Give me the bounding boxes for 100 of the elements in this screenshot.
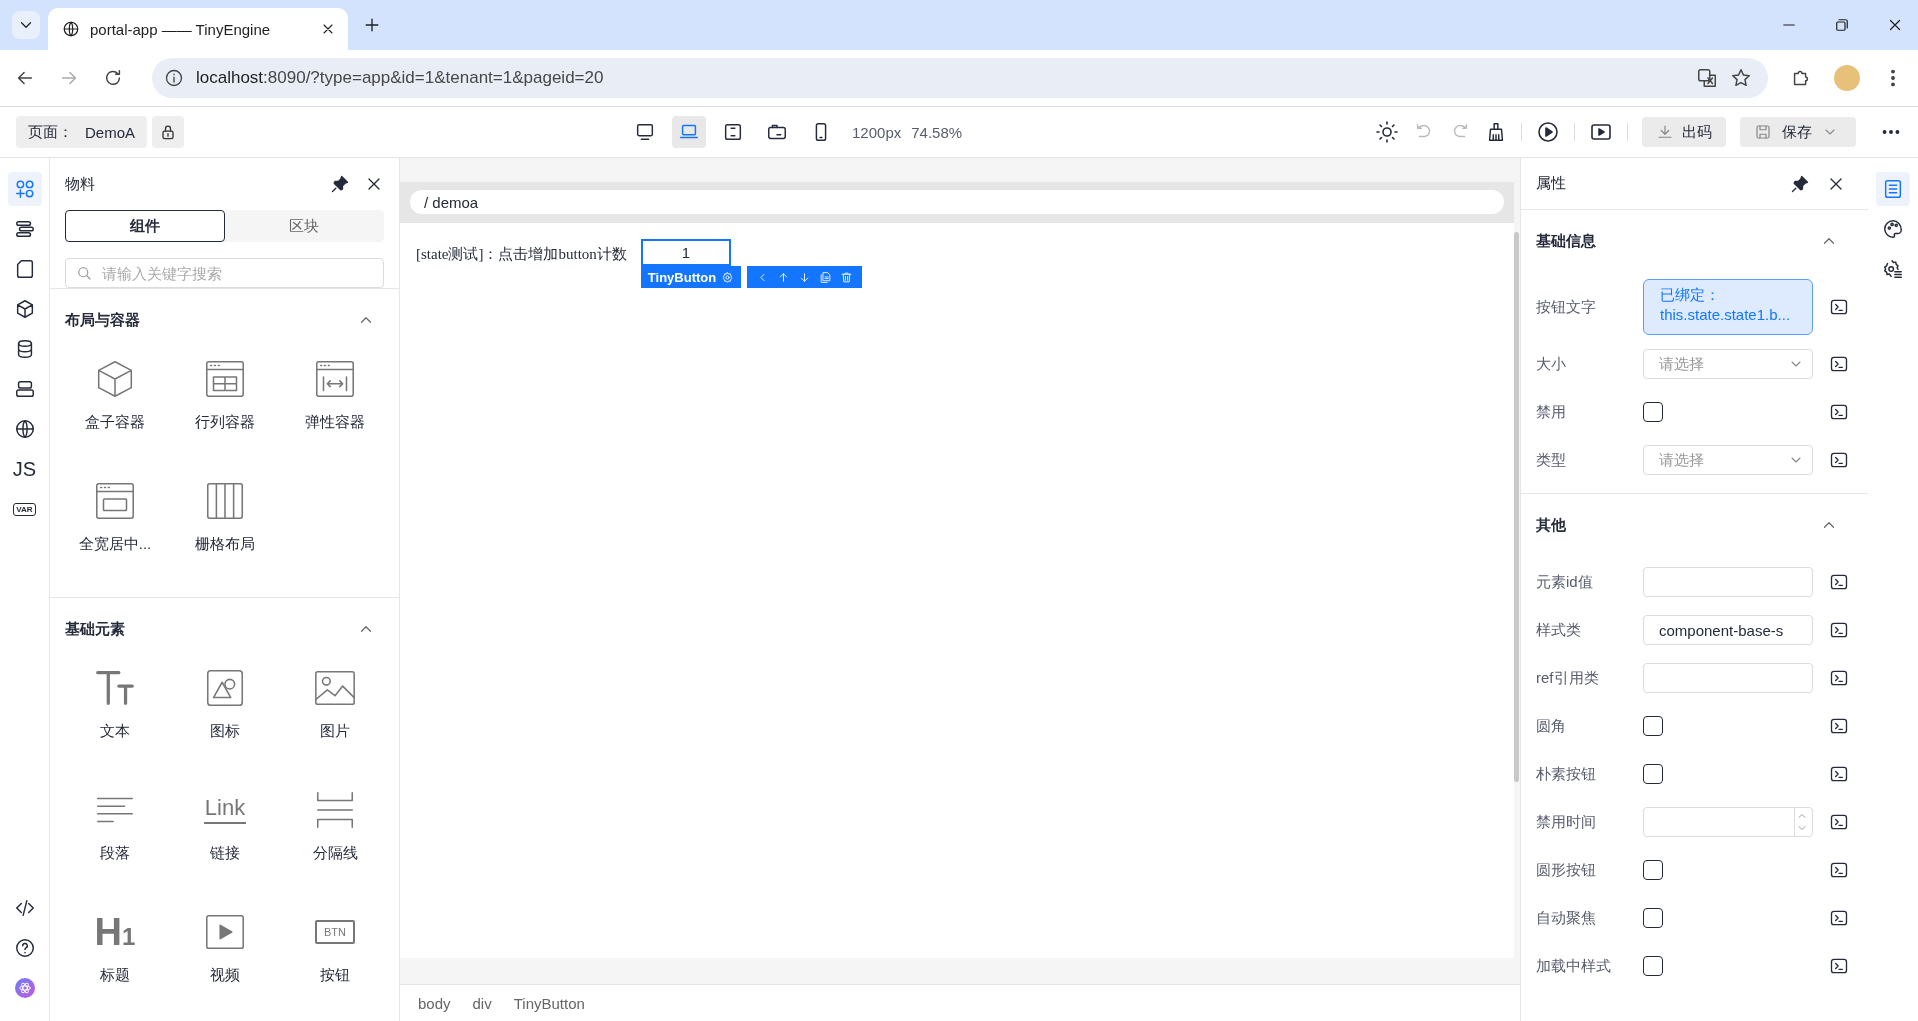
property-label: ref引用类	[1536, 668, 1600, 688]
component-item[interactable]: 行列容器	[170, 351, 280, 463]
terminal-icon[interactable]	[1829, 716, 1849, 736]
group-title: 基础元素	[65, 619, 126, 639]
page-name: DemoA	[85, 123, 136, 141]
terminal-icon[interactable]	[1829, 450, 1849, 470]
component-label: 段落	[100, 844, 130, 863]
component-item[interactable]: 盒子容器	[60, 351, 170, 463]
checkbox[interactable]	[1643, 956, 1663, 976]
browser-tab[interactable]: portal-app —— TinyEngine	[48, 8, 348, 50]
component-item[interactable]: 视频	[170, 904, 280, 1016]
search-field[interactable]: 请输入关键字搜索	[65, 258, 384, 288]
property-label: 禁用	[1536, 402, 1567, 422]
checkbox[interactable]	[1643, 764, 1663, 784]
zoom-level: 74.58%	[911, 123, 963, 141]
terminal-icon[interactable]	[1829, 572, 1849, 592]
assistant-logo-icon[interactable]	[14, 978, 35, 998]
section-title: 其他	[1536, 515, 1567, 535]
input-field[interactable]: component-base-s	[1643, 615, 1813, 645]
property-label: 元素id值	[1536, 572, 1594, 592]
page-selector[interactable]: 页面： DemoA	[16, 116, 148, 148]
property-label: 自动聚焦	[1536, 908, 1597, 928]
component-item[interactable]: 图标	[170, 660, 280, 772]
checkbox[interactable]	[1643, 402, 1663, 422]
bound-value-field[interactable]: 已绑定： this.state.state1.b...	[1643, 279, 1813, 335]
info-icon[interactable]	[164, 68, 184, 88]
panel-tab[interactable]: 组件	[65, 210, 225, 242]
component-label: 分隔线	[312, 844, 358, 863]
component-label: 视频	[210, 966, 240, 985]
star-icon[interactable]	[1730, 67, 1752, 89]
terminal-icon[interactable]	[1829, 812, 1849, 832]
pin-icon[interactable]	[1790, 173, 1810, 194]
component-item[interactable]: Link 链接	[170, 782, 280, 894]
property-label: 圆形按钮	[1536, 860, 1597, 880]
terminal-icon[interactable]	[1829, 668, 1849, 688]
terminal-icon[interactable]	[1829, 956, 1849, 976]
components-tab[interactable]	[7, 172, 42, 206]
property-label: 加载中样式	[1536, 956, 1612, 976]
sun-icon[interactable]	[1375, 120, 1399, 144]
button-icon: BTN	[315, 920, 355, 944]
terminal-icon[interactable]	[1829, 354, 1849, 374]
help-icon[interactable]	[13, 937, 36, 959]
component-item[interactable]: 全宽居中...	[60, 473, 170, 585]
checkbox[interactable]	[1643, 908, 1663, 928]
script-tab[interactable]: JS	[7, 452, 42, 486]
tab-title: portal-app —— TinyEngine	[90, 20, 272, 38]
gear-icon[interactable]	[721, 270, 735, 284]
node-path-item[interactable]: TinyButton	[513, 994, 585, 1012]
canvas-text: [state测试]：点击增加button计数	[416, 245, 627, 264]
property-label: 样式类	[1536, 620, 1582, 640]
terminal-icon[interactable]	[1829, 297, 1849, 317]
panel-tab[interactable]: 区块	[224, 210, 384, 242]
code-icon[interactable]	[13, 897, 36, 919]
property-label: 圆角	[1536, 716, 1567, 736]
checkbox[interactable]	[1643, 860, 1663, 880]
play-circle-icon[interactable]	[1536, 120, 1560, 144]
component-item[interactable]: 文本	[60, 660, 170, 772]
export-code-button[interactable]: 出码	[1642, 117, 1726, 147]
component-item[interactable]: 栅格布局	[170, 473, 280, 585]
component-label: 链接	[210, 844, 240, 863]
component-label: 按钮	[320, 966, 350, 985]
restore-icon[interactable]	[1833, 16, 1851, 34]
address-bar[interactable]: localhost:8090/?type=app&id=1&tenant=1&pageid=20	[152, 58, 1768, 98]
component-item[interactable]: 弹性容器	[280, 351, 390, 463]
search-icon	[75, 264, 93, 282]
globe-icon	[62, 20, 80, 38]
copy-icon[interactable]	[819, 270, 833, 284]
component-label: 盒子容器	[85, 413, 145, 432]
selected-component-tag[interactable]: TinyButton	[640, 266, 742, 288]
input-field[interactable]	[1643, 663, 1813, 693]
download-icon	[1656, 123, 1674, 141]
laptop-view-button[interactable]	[672, 116, 707, 148]
tab-search-button[interactable]	[12, 11, 40, 39]
terminal-icon[interactable]	[1829, 860, 1849, 880]
lock-button[interactable]	[152, 116, 185, 148]
pin-icon[interactable]	[330, 174, 350, 194]
property-label: 类型	[1536, 450, 1567, 470]
checkbox[interactable]	[1643, 716, 1663, 736]
terminal-icon[interactable]	[1829, 620, 1849, 640]
translate-icon[interactable]	[1696, 67, 1718, 89]
breadcrumb-path: / demoa	[424, 193, 479, 211]
counter-button[interactable]: 1	[640, 239, 731, 266]
terminal-icon[interactable]	[1829, 908, 1849, 928]
variables-tab[interactable]: VAR	[7, 492, 42, 526]
terminal-icon[interactable]	[1829, 402, 1849, 422]
panel-title: 物料	[65, 174, 96, 194]
props-tab[interactable]	[1876, 172, 1910, 206]
component-item[interactable]: 图片	[280, 660, 390, 772]
scrollbar[interactable]	[1514, 232, 1519, 782]
component-item[interactable]: BTN 按钮	[280, 904, 390, 1016]
input-field[interactable]	[1643, 567, 1813, 597]
node-path-item[interactable]: body	[418, 994, 451, 1012]
trash-icon[interactable]	[840, 270, 854, 284]
panel-title: 属性	[1536, 174, 1567, 193]
terminal-icon[interactable]	[1829, 764, 1849, 784]
component-item[interactable]: 段落	[60, 782, 170, 894]
save-button[interactable]: 保存	[1740, 117, 1856, 147]
component-item[interactable]: 分隔线	[280, 782, 390, 894]
node-path-item[interactable]: div	[472, 994, 492, 1012]
property-label: 禁用时间	[1536, 812, 1597, 832]
